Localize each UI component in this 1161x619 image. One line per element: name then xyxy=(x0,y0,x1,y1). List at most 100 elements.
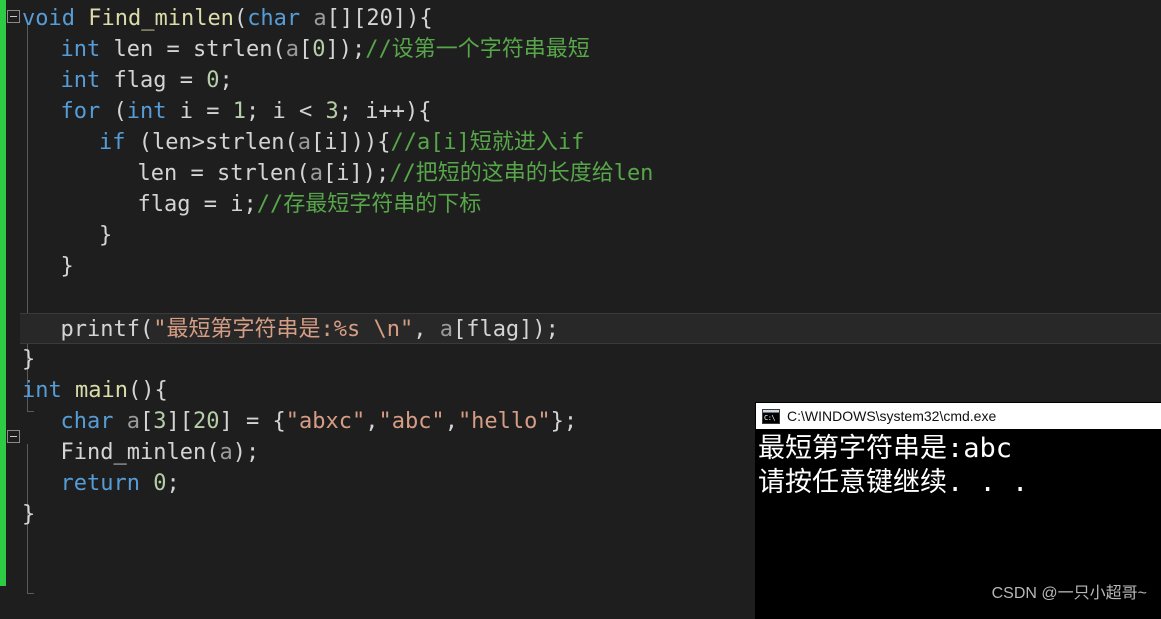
token-punc: len = xyxy=(137,161,217,186)
token-punc: ); xyxy=(232,440,260,465)
token-punc xyxy=(113,409,126,434)
token-punc: , xyxy=(444,409,458,434)
token-str: "abc" xyxy=(378,409,445,434)
token-punc: (len> xyxy=(125,130,205,155)
token-kw: void xyxy=(22,6,75,31)
token-kw: char xyxy=(247,6,301,31)
code-line-13[interactable]: int main(){ xyxy=(22,375,168,406)
token-str: "hello" xyxy=(457,409,551,434)
token-punc: ; i++){ xyxy=(338,99,432,124)
token-punc xyxy=(140,471,153,496)
code-line-12[interactable]: } xyxy=(22,344,35,375)
collapse-toggle-main[interactable] xyxy=(7,430,20,443)
token-ident: strlen xyxy=(192,37,273,62)
token-var: a xyxy=(309,161,323,186)
code-line-17[interactable]: } xyxy=(22,499,35,530)
token-punc: i = xyxy=(166,99,233,124)
token-punc: } xyxy=(22,347,36,372)
token-punc: ( xyxy=(296,161,310,186)
token-num: 0 xyxy=(153,471,167,496)
code-line-9[interactable]: } xyxy=(61,251,74,282)
token-kw: if xyxy=(99,130,126,155)
cmd-icon: C:\ xyxy=(762,408,780,424)
console-output-line-2: 请按任意键继续. . . xyxy=(758,467,1029,498)
token-kw: int xyxy=(126,99,167,124)
token-var: a xyxy=(126,409,140,434)
console-titlebar[interactable]: C:\ C:\WINDOWS\system32\cmd.exe xyxy=(756,403,1161,429)
token-punc: , xyxy=(413,317,440,342)
token-fn: Find_minlen xyxy=(88,6,234,31)
code-line-5[interactable]: if (len>strlen(a[i])){//a[i]短就进入if xyxy=(99,127,584,158)
token-num: 0 xyxy=(206,68,220,93)
token-cmt: //设第一个字符串最短 xyxy=(365,37,590,62)
code-line-7[interactable]: flag = i;//存最短字符串的下标 xyxy=(138,189,482,220)
token-num: 3 xyxy=(325,99,339,124)
watermark-csdn: CSDN @一只小超哥~ xyxy=(991,585,1147,602)
code-line-6[interactable]: len = strlen(a[i]);//把短的这串的长度给len xyxy=(138,158,654,189)
token-cmt: //a[i]短就进入if xyxy=(390,130,585,155)
code-line-3[interactable]: int flag = 0; xyxy=(61,65,233,96)
token-kw: int xyxy=(60,37,101,62)
token-punc: ]); xyxy=(325,37,366,62)
token-var: a xyxy=(297,130,311,155)
token-ident: printf xyxy=(60,317,140,342)
token-ident: strlen xyxy=(204,130,285,155)
token-punc: ; xyxy=(166,471,180,496)
token-num: 1 xyxy=(232,99,246,124)
token-punc: ; xyxy=(219,68,233,93)
token-punc: ( xyxy=(233,6,248,31)
token-ident: Find_minlen xyxy=(60,440,207,465)
code-line-2[interactable]: int len = strlen(a[0]);//设第一个字符串最短 xyxy=(61,34,590,65)
code-line-11[interactable]: printf("最短第字符串是:%s \n", a[flag]); xyxy=(20,313,1161,344)
token-kw: int xyxy=(22,378,62,403)
token-punc: [flag]); xyxy=(452,317,559,342)
token-var: a xyxy=(285,37,299,62)
token-kw: return xyxy=(60,471,140,496)
token-punc: ( xyxy=(206,440,220,465)
code-line-8[interactable]: } xyxy=(99,220,112,251)
token-punc: [ xyxy=(139,409,154,434)
token-num: 20 xyxy=(192,409,220,434)
token-punc: ( xyxy=(100,99,127,124)
code-line-16[interactable]: return 0; xyxy=(61,468,180,499)
token-punc: } xyxy=(22,502,36,527)
collapse-toggle-find-minlen[interactable] xyxy=(7,10,20,23)
token-str: "最短第字符串是:%s \n" xyxy=(153,317,414,342)
token-var: a xyxy=(313,6,327,31)
token-num: 3 xyxy=(153,409,167,434)
token-str: "abxc" xyxy=(285,409,366,434)
token-var: a xyxy=(219,440,233,465)
token-punc: ( xyxy=(139,317,154,342)
token-punc: , xyxy=(365,409,379,434)
outline-guide-foot xyxy=(27,411,34,412)
code-line-15[interactable]: Find_minlen(a); xyxy=(61,437,260,468)
token-punc: [][20]){ xyxy=(326,6,433,31)
token-punc: [i]); xyxy=(322,161,390,186)
token-punc: flag = i; xyxy=(137,192,257,217)
code-line-1[interactable]: void Find_minlen(char a[][20]){ xyxy=(22,3,433,34)
token-punc: (){ xyxy=(127,378,168,403)
token-punc: [i])){ xyxy=(310,130,391,155)
token-punc: flag = xyxy=(100,68,207,93)
token-cmt: //把短的这串的长度给len xyxy=(389,161,654,186)
token-punc xyxy=(300,6,313,31)
token-punc: ( xyxy=(272,37,286,62)
token-fn: main xyxy=(75,378,128,403)
token-ident: strlen xyxy=(216,161,297,186)
cmd-icon-screen: C:\ xyxy=(763,412,779,423)
console-title-text: C:\WINDOWS\system32\cmd.exe xyxy=(787,408,997,424)
outline-guide-foot xyxy=(27,593,34,594)
token-punc: }; xyxy=(550,409,578,434)
token-punc: ][ xyxy=(166,409,193,434)
token-cmt: //存最短字符串的下标 xyxy=(256,192,482,217)
change-bar xyxy=(0,0,6,586)
token-punc: } xyxy=(99,223,113,248)
token-kw: int xyxy=(60,68,101,93)
token-var: a xyxy=(439,317,453,342)
code-line-4[interactable]: for (int i = 1; i < 3; i++){ xyxy=(61,96,432,127)
token-punc: [ xyxy=(298,37,313,62)
code-line-14[interactable]: char a[3][20] = {"abxc","abc","hello"}; xyxy=(61,406,578,437)
token-punc: } xyxy=(60,254,74,279)
token-punc xyxy=(75,6,88,31)
token-punc: ; i < xyxy=(245,99,326,124)
